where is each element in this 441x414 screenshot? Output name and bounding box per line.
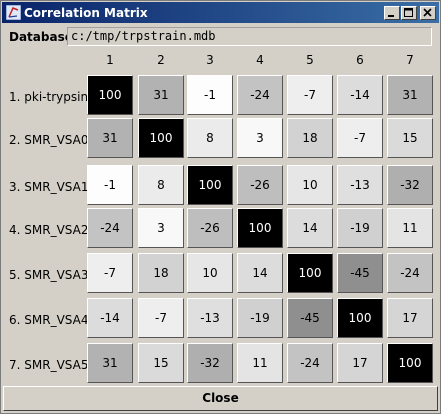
matrix-cell[interactable]: -1 <box>187 75 233 115</box>
matrix-cell[interactable]: 10 <box>187 253 233 293</box>
matrix-cell[interactable]: 8 <box>138 165 184 205</box>
matrix-cell[interactable]: -26 <box>237 165 283 205</box>
matrix-cell[interactable]: 17 <box>337 343 383 383</box>
close-icon <box>423 8 432 17</box>
close-window-button[interactable] <box>420 6 436 20</box>
matrix-cell[interactable]: -7 <box>287 75 333 115</box>
row-label: 3. SMR_VSA1 <box>9 180 89 194</box>
title-bar[interactable]: Correlation Matrix <box>2 2 439 23</box>
matrix-cell[interactable]: -13 <box>337 165 383 205</box>
correlation-matrix-window: Correlation Matrix Database: c:/tmp/trps… <box>0 0 441 414</box>
row-label: 5. SMR_VSA3 <box>9 268 89 282</box>
matrix-cell[interactable]: -19 <box>337 208 383 248</box>
matrix-cell[interactable]: 14 <box>287 208 333 248</box>
maximize-icon <box>404 8 413 17</box>
row-label: 1. pki-trypsin <box>9 90 89 104</box>
matrix-cell[interactable]: 3 <box>138 208 184 248</box>
matrix-cell[interactable]: 11 <box>387 208 433 248</box>
matrix-cell[interactable]: -7 <box>138 298 184 338</box>
matrix-cell[interactable]: 100 <box>337 298 383 338</box>
matrix-cell[interactable]: -32 <box>187 343 233 383</box>
matrix-cell[interactable]: 14 <box>237 253 283 293</box>
row-label: 7. SMR_VSA5 <box>9 358 89 372</box>
matrix-cell[interactable]: 18 <box>138 253 184 293</box>
matrix-cell[interactable]: -24 <box>287 343 333 383</box>
maximize-button[interactable] <box>401 6 417 20</box>
matrix-cell[interactable]: -7 <box>87 253 133 293</box>
matrix-cell[interactable]: -1 <box>87 165 133 205</box>
matrix-cell[interactable]: -26 <box>187 208 233 248</box>
row-label: 4. SMR_VSA2 <box>9 223 89 237</box>
matrix-cell[interactable]: -24 <box>237 75 283 115</box>
minimize-icon <box>388 15 394 17</box>
matrix-cell[interactable]: 10 <box>287 165 333 205</box>
matrix-cell[interactable]: 100 <box>138 118 184 158</box>
close-button[interactable]: Close <box>3 386 438 411</box>
app-icon <box>5 4 22 21</box>
matrix-cell[interactable]: 31 <box>138 75 184 115</box>
matrix-cell[interactable]: 11 <box>237 343 283 383</box>
matrix-cell[interactable]: 31 <box>87 118 133 158</box>
matrix-cell[interactable]: -7 <box>337 118 383 158</box>
matrix-cell[interactable]: -32 <box>387 165 433 205</box>
matrix-cell[interactable]: 15 <box>138 343 184 383</box>
matrix-cell[interactable]: 100 <box>187 165 233 205</box>
matrix-cell[interactable]: -45 <box>287 298 333 338</box>
column-header: 2 <box>157 53 165 67</box>
matrix-cell[interactable]: -45 <box>337 253 383 293</box>
matrix-cell[interactable]: -24 <box>387 253 433 293</box>
column-header: 6 <box>356 53 364 67</box>
matrix-cell[interactable]: 100 <box>387 343 433 383</box>
matrix-cell[interactable]: 100 <box>87 75 133 115</box>
matrix-cell[interactable]: 31 <box>387 75 433 115</box>
window-title: Correlation Matrix <box>24 6 148 20</box>
matrix-cell[interactable]: -14 <box>337 75 383 115</box>
minimize-button[interactable] <box>384 6 400 20</box>
matrix-cell[interactable]: -13 <box>187 298 233 338</box>
matrix-cell[interactable]: -14 <box>87 298 133 338</box>
matrix-cell[interactable]: 31 <box>87 343 133 383</box>
matrix-cell[interactable]: 17 <box>387 298 433 338</box>
matrix-cell[interactable]: -24 <box>87 208 133 248</box>
column-header: 7 <box>406 53 414 67</box>
column-header: 3 <box>206 53 214 67</box>
matrix-cell[interactable]: 18 <box>287 118 333 158</box>
matrix-cell[interactable]: 100 <box>237 208 283 248</box>
matrix-cell[interactable]: -19 <box>237 298 283 338</box>
column-header: 1 <box>106 53 114 67</box>
matrix-cell[interactable]: 8 <box>187 118 233 158</box>
matrix-cell[interactable]: 15 <box>387 118 433 158</box>
column-header: 5 <box>306 53 314 67</box>
column-header: 4 <box>256 53 264 67</box>
matrix-cell[interactable]: 100 <box>287 253 333 293</box>
matrix-cell[interactable]: 3 <box>237 118 283 158</box>
row-label: 6. SMR_VSA4 <box>9 313 89 327</box>
database-path-field[interactable]: c:/tmp/trpstrain.mdb <box>67 27 432 46</box>
row-label: 2. SMR_VSA0 <box>9 133 89 147</box>
